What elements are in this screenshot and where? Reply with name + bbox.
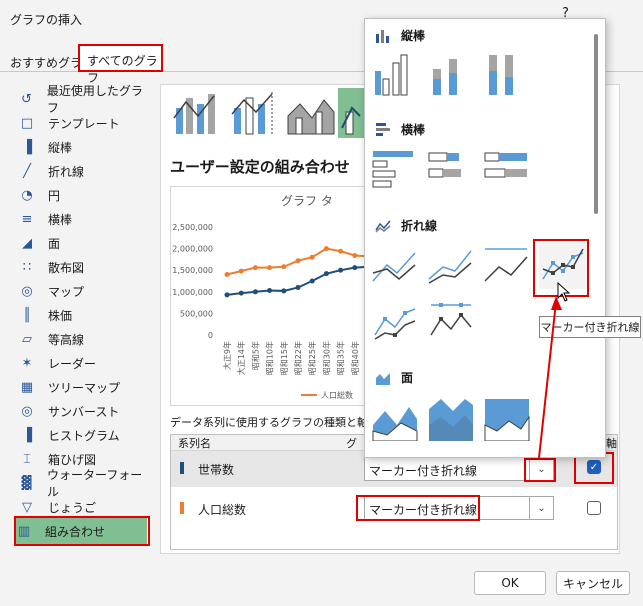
annotation-arrow — [538, 296, 562, 459]
mouse-cursor-icon — [557, 282, 571, 302]
